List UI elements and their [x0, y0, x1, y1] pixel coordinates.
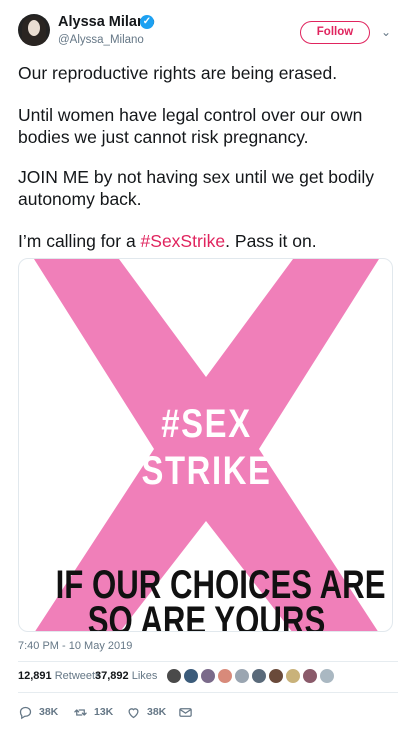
tweet-text-line-3: JOIN ME by not having sex until we get b…: [18, 167, 375, 209]
liker-avatar[interactable]: [285, 668, 301, 684]
tweet-timestamp[interactable]: 7:40 PM - 10 May 2019: [18, 640, 132, 652]
reply-icon: [19, 706, 32, 719]
liker-avatar[interactable]: [234, 668, 250, 684]
tweet-text-line-4: I’m calling for a #SexStrike. Pass it on…: [18, 230, 403, 252]
tweet-header: Alyssa Milano ✓ @Alyssa_Milano Follow ⌄: [0, 0, 416, 56]
retweet-button[interactable]: 13K: [73, 702, 113, 722]
retweets-stat[interactable]: 12,891 Retweets: [18, 670, 101, 682]
retweet-count: 13K: [94, 706, 114, 718]
direct-message-button[interactable]: [178, 702, 199, 722]
tweet-text-line-1: Our reproductive rights are being erased…: [18, 63, 338, 83]
liker-avatar[interactable]: [217, 668, 233, 684]
liker-avatar[interactable]: [166, 668, 182, 684]
heart-icon: [128, 707, 139, 718]
retweets-label: Retweets: [54, 670, 101, 682]
retweets-count: 12,891: [18, 670, 52, 682]
likes-stat[interactable]: 37,892 Likes: [95, 670, 157, 682]
media-title-line-2: STRIKE: [141, 449, 272, 493]
avatar[interactable]: [18, 14, 50, 46]
liker-avatar[interactable]: [200, 668, 216, 684]
chevron-down-icon[interactable]: ⌄: [380, 26, 392, 38]
avatar-face: [28, 20, 40, 36]
liker-avatar[interactable]: [302, 668, 318, 684]
tweet-text-line-2: Until women have legal control over our …: [18, 105, 363, 147]
reply-button[interactable]: 38K: [18, 702, 58, 722]
tweet-media-image[interactable]: #SEX STRIKE IF OUR CHOICES ARE DENIED, S…: [18, 258, 393, 632]
sexstrike-hashtag-link[interactable]: #SexStrike: [141, 231, 226, 251]
retweet-icon: [74, 708, 87, 716]
media-tagline-line-2: SO ARE YOURS: [87, 599, 326, 632]
tweet-text-prefix: I’m calling for a: [18, 231, 141, 251]
liker-avatar[interactable]: [319, 668, 335, 684]
liker-avatar[interactable]: [183, 668, 199, 684]
divider: [18, 692, 398, 693]
likes-label: Likes: [131, 670, 158, 682]
media-title-line-1: #SEX: [161, 402, 252, 446]
envelope-icon: [179, 707, 192, 717]
likes-count: 37,892: [95, 670, 129, 682]
follow-button[interactable]: Follow: [300, 21, 370, 44]
like-count: 38K: [147, 706, 167, 718]
tweet-text-suffix: . Pass it on.: [225, 231, 317, 251]
like-button[interactable]: 38K: [126, 702, 166, 722]
verified-icon: ✓: [140, 15, 154, 29]
tweet-actions: 38K 13K 38K: [18, 702, 398, 722]
liker-avatar[interactable]: [268, 668, 284, 684]
liker-avatar[interactable]: [251, 668, 267, 684]
reply-count: 38K: [39, 706, 59, 718]
divider: [18, 661, 398, 662]
author-handle[interactable]: @Alyssa_Milano: [58, 34, 144, 46]
